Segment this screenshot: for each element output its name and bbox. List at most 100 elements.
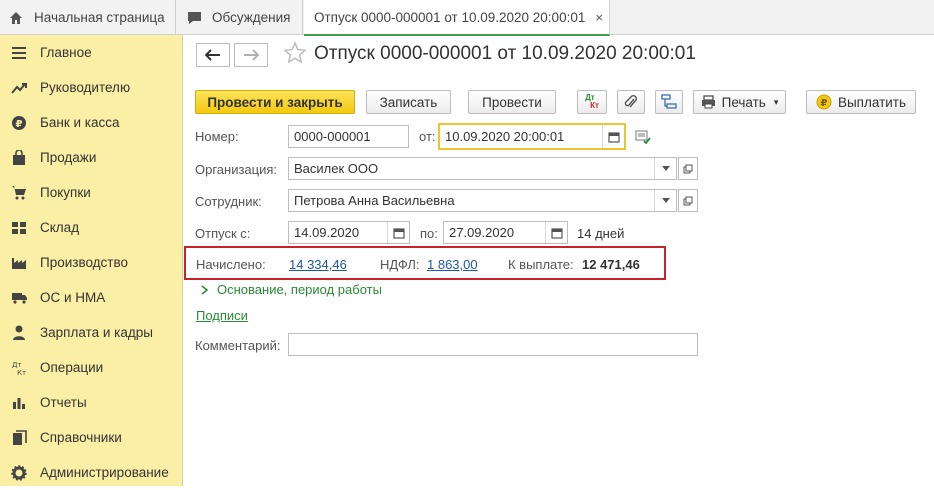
save-button[interactable]: Записать [366, 90, 451, 114]
sidebar-item-operations[interactable]: Дт Кт Операции [0, 350, 183, 385]
attach-button[interactable] [617, 90, 645, 114]
organization-value: Василек ООО [294, 161, 379, 176]
svg-text:₽: ₽ [820, 98, 827, 109]
sidebar-item-label: Продажи [40, 150, 97, 165]
paperclip-icon [624, 95, 637, 108]
sidebar-item-reports[interactable]: Отчеты [0, 385, 183, 420]
open-organization-button[interactable] [678, 157, 698, 180]
warehouse-icon [10, 219, 28, 237]
structure-icon [661, 94, 677, 109]
sidebar-item-references[interactable]: Справочники [0, 420, 183, 455]
kt-label: Кт [590, 101, 599, 110]
post-and-close-button[interactable]: Провести и закрыть [195, 90, 355, 114]
arrow-left-icon [205, 49, 220, 61]
sidebar-item-sales[interactable]: Продажи [0, 140, 183, 175]
books-icon [10, 429, 28, 447]
svg-text:₽: ₽ [16, 119, 23, 130]
bag-icon [10, 149, 28, 167]
factory-icon [10, 254, 28, 272]
sidebar-item-admin[interactable]: Администрирование [0, 455, 183, 490]
ndfl-link[interactable]: 1 863,00 [427, 257, 478, 272]
dt-kt-icon: Дт Кт [585, 94, 599, 110]
sidebar-item-production[interactable]: Производство [0, 245, 183, 280]
post-button[interactable]: Провести [468, 90, 556, 114]
page-title: Отпуск 0000-000001 от 10.09.2020 20:00:0… [314, 43, 696, 64]
coin-icon: ₽ [816, 94, 832, 110]
bar-chart-icon [10, 394, 28, 412]
tab-bar: Начальная страница Обсуждения Отпуск 000… [0, 0, 934, 36]
back-button[interactable] [196, 43, 230, 67]
signatures-link[interactable]: Подписи [196, 308, 248, 323]
sidebar-item-warehouse[interactable]: Склад [0, 210, 183, 245]
date-field[interactable]: 10.09.2020 20:00:01 [438, 123, 626, 150]
open-employee-button[interactable] [678, 189, 698, 212]
sidebar-item-bank[interactable]: ₽ Банк и касса [0, 105, 183, 140]
number-label: Номер: [195, 129, 239, 144]
structure-button[interactable] [655, 90, 683, 114]
sidebar-item-fixed-assets[interactable]: ОС и НМА [0, 280, 183, 315]
cart-icon [10, 184, 28, 202]
tab-home[interactable]: Начальная страница [0, 0, 176, 35]
payout-value: 12 471,46 [582, 257, 640, 272]
gear-icon [10, 464, 28, 482]
chevron-right-icon [201, 284, 209, 295]
employee-field[interactable]: Петрова Анна Васильевна [288, 189, 677, 212]
organization-field[interactable]: Василек ООО [288, 157, 677, 180]
tab-discussions[interactable]: Обсуждения [177, 0, 303, 35]
tab-discussions-label: Обсуждения [212, 10, 291, 25]
calendar-icon[interactable] [387, 222, 409, 243]
employee-value: Петрова Анна Васильевна [294, 193, 455, 208]
svg-text:Дт: Дт [12, 361, 22, 369]
basis-section-toggle[interactable]: Основание, период работы [201, 282, 382, 297]
open-link-icon [683, 164, 693, 173]
forward-button[interactable] [234, 43, 268, 67]
svg-text:Кт: Кт [17, 369, 26, 376]
vacation-to-field[interactable]: 27.09.2020 [443, 221, 568, 244]
sidebar-item-manager[interactable]: Руководителю [0, 70, 183, 105]
sidebar-item-label: Банк и касса [40, 115, 120, 130]
basis-label: Основание, период работы [217, 282, 382, 297]
dropdown-arrow-icon[interactable] [654, 190, 676, 211]
payout-label: К выплате: [508, 257, 574, 272]
history-icon[interactable] [635, 130, 651, 147]
amounts-highlight: Начислено: 14 334,46 НДФЛ: 1 863,00 К вы… [184, 246, 666, 280]
days-count: 14 дней [577, 226, 625, 241]
ndfl-label: НДФЛ: [380, 257, 420, 272]
tab-document-label: Отпуск 0000-000001 от 10.09.2020 20:00:0… [314, 9, 586, 25]
dropdown-arrow-icon[interactable] [654, 158, 676, 179]
employee-label: Сотрудник: [195, 194, 262, 209]
chat-icon [186, 10, 202, 26]
close-tab-icon[interactable]: × [595, 10, 603, 25]
sidebar-item-main[interactable]: Главное [0, 35, 183, 70]
favorite-star-icon[interactable] [283, 41, 307, 68]
trend-icon [10, 79, 28, 97]
printer-icon [701, 95, 715, 109]
date-value: 10.09.2020 20:00:01 [445, 129, 565, 144]
pay-button[interactable]: ₽ Выплатить [806, 90, 916, 114]
calendar-icon[interactable] [545, 222, 567, 243]
comment-field[interactable] [288, 333, 698, 356]
home-icon [8, 10, 24, 26]
sidebar-item-purchases[interactable]: Покупки [0, 175, 183, 210]
chevron-down-icon: ▾ [773, 96, 779, 107]
sidebar-item-label: Зарплата и кадры [40, 325, 153, 340]
sidebar: Главное Руководителю ₽ Банк и касса Прод… [0, 35, 183, 486]
print-button[interactable]: Печать ▾ [693, 90, 786, 114]
vacation-to-label: по: [420, 226, 438, 241]
ruble-icon: ₽ [10, 114, 28, 132]
print-label: Печать [721, 94, 766, 110]
sidebar-item-salary[interactable]: Зарплата и кадры [0, 315, 183, 350]
number-field[interactable]: 0000-000001 [288, 125, 409, 148]
sidebar-item-label: ОС и НМА [40, 290, 106, 305]
calendar-icon[interactable] [602, 125, 624, 148]
dt-kt-button[interactable]: Дт Кт [577, 90, 607, 114]
organization-label: Организация: [195, 162, 278, 177]
accrued-link[interactable]: 14 334,46 [289, 257, 347, 272]
sidebar-item-label: Отчеты [40, 395, 87, 410]
vacation-from-field[interactable]: 14.09.2020 [288, 221, 410, 244]
sidebar-item-label: Производство [40, 255, 129, 270]
pay-label: Выплатить [837, 94, 907, 110]
menu-icon [10, 44, 28, 62]
dt-kt-icon: Дт Кт [10, 359, 28, 377]
tab-document[interactable]: Отпуск 0000-000001 от 10.09.2020 20:00:0… [304, 0, 610, 36]
